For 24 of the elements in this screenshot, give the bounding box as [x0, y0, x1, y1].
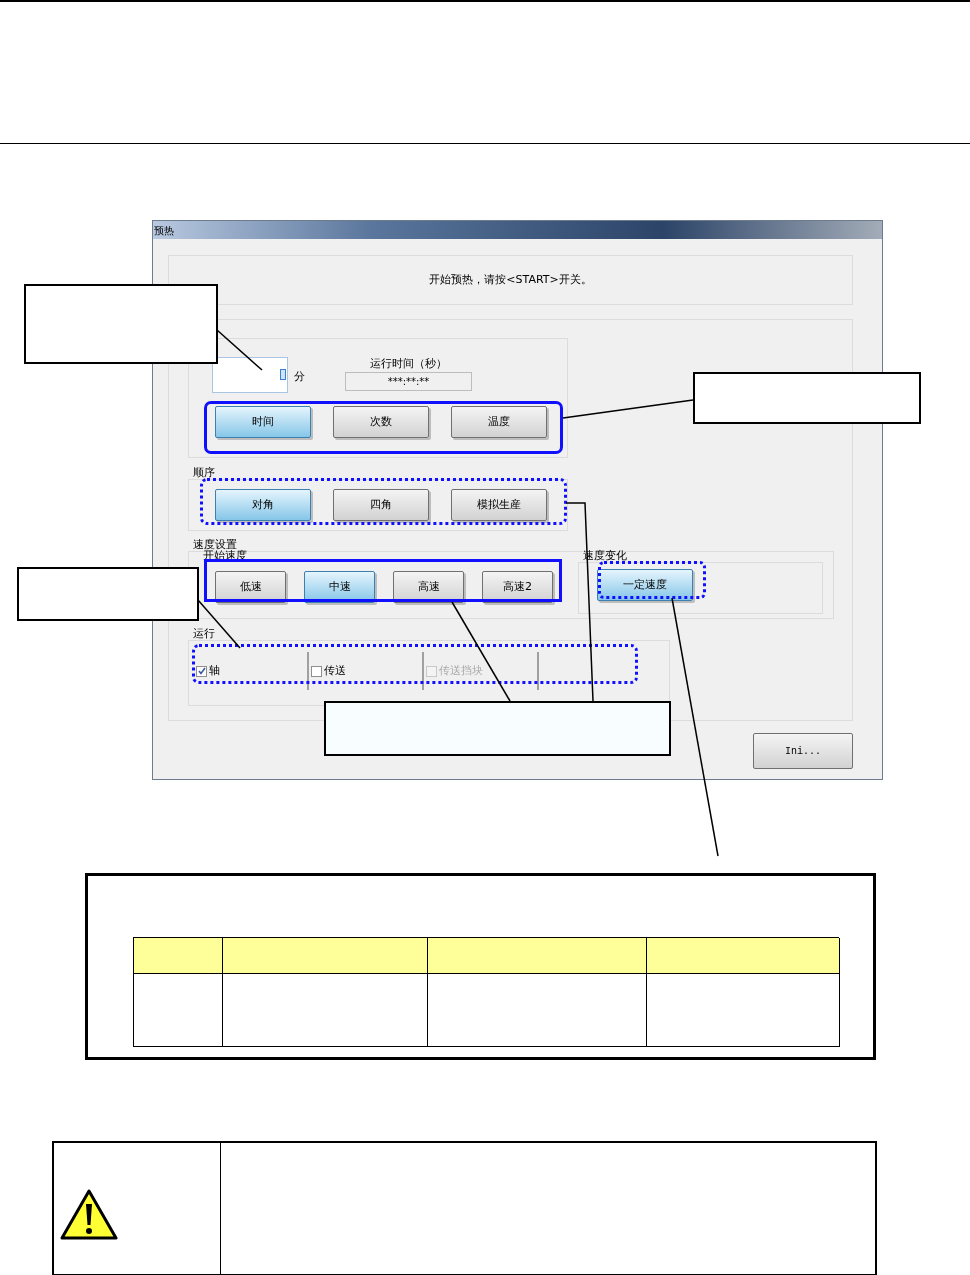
checkbox[interactable] — [196, 665, 207, 677]
option-button[interactable]: 模拟生産 — [451, 489, 547, 521]
option-button[interactable]: 四角 — [333, 489, 429, 521]
group-label: 顺序 — [193, 466, 215, 479]
ini-button[interactable]: Ini... — [753, 733, 853, 769]
instruction-text: 开始预热，请按<START>开关。 — [429, 271, 592, 288]
spin-icon[interactable] — [280, 369, 286, 380]
checkbox[interactable] — [311, 665, 322, 677]
number-field[interactable] — [212, 357, 288, 393]
checkbox-label: 传送挡块 — [439, 662, 483, 679]
option-button[interactable]: 一定速度 — [597, 569, 693, 601]
check-icon — [197, 667, 206, 675]
runtime-display: ***:**:** — [345, 372, 472, 391]
group-label: 运行 — [193, 627, 215, 640]
runtime-label: 运行时间（秒） — [370, 357, 447, 370]
warning-icon — [60, 1188, 118, 1241]
checkbox-label: 轴 — [209, 662, 220, 679]
option-button[interactable]: 时间 — [215, 406, 311, 438]
option-button[interactable]: 温度 — [451, 406, 547, 438]
option-button[interactable]: 次数 — [333, 406, 429, 438]
checkbox-label: 传送 — [324, 662, 346, 679]
unit-label: 分 — [294, 369, 305, 385]
window-title: 预热 — [154, 223, 174, 238]
option-button[interactable]: 对角 — [215, 489, 311, 521]
